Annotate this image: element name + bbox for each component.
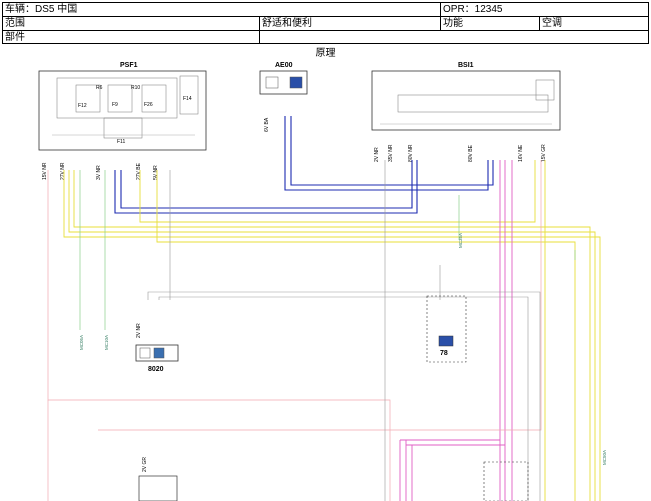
fuse-f9: F9 [112,102,118,108]
bottom-connector: 2V GR [142,457,148,472]
blue-wires [114,116,494,214]
module-78: 78 [426,295,467,363]
bsi1-connector-80v: 80V NR [408,144,414,162]
yellow-wires [63,160,601,501]
bottom-module: 2V GR [138,457,178,501]
fan-icon [153,347,165,359]
fuse-f14: F14 [183,96,192,102]
ground-mc05a: MC05A [79,335,84,350]
display-icon [438,335,454,347]
ground-mc35a: MC35A [458,233,463,248]
module-8020: 8020 2V NR [135,323,179,373]
wiring-diagram: PSF1 F12 F9 F26 F14 F11 R6 R10 15V NR 27… [38,62,607,501]
fuse-f12: F12 [78,103,87,109]
ae00-module: AE00 6V BA [259,62,308,132]
ground-mc10a: MC10A [104,335,109,350]
bsi1-connector-35v: 35V NR [388,144,394,162]
psf1-connector-15v: 15V NR [42,162,48,180]
psf1-connector-27v-be: 27V BE [136,162,142,180]
bsi1-connector-2v: 2V NR [374,147,380,162]
bsi1-module: BSI1 2V NR 35V NR 80V NR 80V BE 16V NE 1… [371,62,561,162]
psf1-connector-5v: 5V NR [153,165,159,180]
module-8020-connector: 2V NR [136,323,142,338]
relay-r10: R10 [131,85,140,91]
bsi1-connector-16v: 16V NE [518,144,524,162]
car-icon [289,76,303,89]
relay-r6: R6 [96,85,103,91]
fuse-f26: F26 [144,102,153,108]
psf1-connector-3v: 3V NR [96,165,102,180]
psf1-label: PSF1 [120,62,138,69]
psf1-connector-27v: 27V NR [60,162,66,180]
bsi1-label: BSI1 [458,62,474,69]
psf1-module: PSF1 F12 F9 F26 F14 F11 R6 R10 15V NR 27… [38,62,207,180]
bsi1-connector-15v: 15V GR [541,144,547,162]
ae00-label: AE00 [275,62,293,69]
ground-mc50a: MC50A [602,450,607,465]
fuse-f11: F11 [117,139,125,145]
module-78-label: 78 [440,350,448,357]
ae00-connector-6v: 6V BA [264,117,270,132]
module-8020-label: 8020 [148,366,164,373]
bsi1-connector-80v-be: 80V BE [468,144,474,162]
